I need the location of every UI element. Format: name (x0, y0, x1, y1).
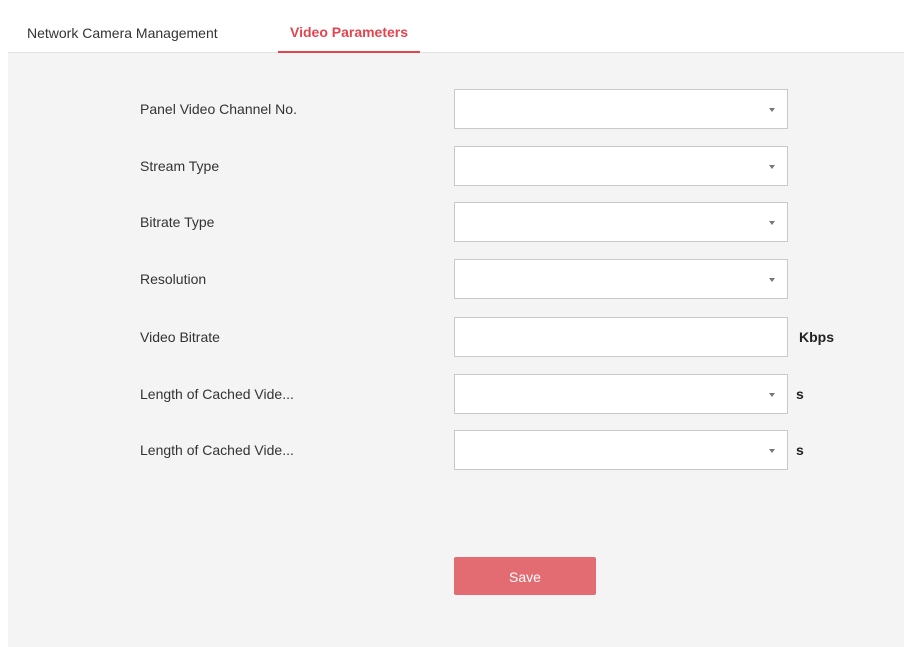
field-label: Bitrate Type (140, 214, 215, 230)
form-row-bitrate-type: Bitrate Type (8, 202, 904, 242)
caret-down-icon (769, 278, 775, 282)
tab-network-camera-management[interactable]: Network Camera Management (27, 8, 218, 52)
form-row-resolution: Resolution (8, 259, 904, 299)
tab-bar: Network Camera Management Video Paramete… (8, 8, 904, 53)
top-strip (0, 0, 904, 8)
save-button[interactable]: Save (454, 557, 596, 595)
bitrate-type-select[interactable] (454, 202, 788, 242)
form-row-video-bitrate: Video Bitrate Kbps (8, 317, 904, 357)
caret-down-icon (769, 221, 775, 225)
caret-down-icon (769, 108, 775, 112)
form-row-cached-video-1: Length of Cached Vide... s (8, 374, 904, 414)
field-label: Video Bitrate (140, 329, 220, 345)
video-parameters-form: Panel Video Channel No. Stream Type Bitr… (8, 53, 904, 647)
unit-label: Kbps (799, 329, 834, 345)
field-label: Length of Cached Vide... (140, 442, 294, 458)
form-row-cached-video-2: Length of Cached Vide... s (8, 430, 904, 470)
video-bitrate-input[interactable] (454, 317, 788, 357)
unit-label: s (796, 442, 804, 458)
form-row-panel-video-channel: Panel Video Channel No. (8, 89, 904, 129)
field-label: Stream Type (140, 158, 220, 174)
cached-video-length-select-1[interactable] (454, 374, 788, 414)
panel-video-channel-select[interactable] (454, 89, 788, 129)
caret-down-icon (769, 393, 775, 397)
caret-down-icon (769, 165, 775, 169)
caret-down-icon (769, 449, 775, 453)
tab-video-parameters[interactable]: Video Parameters (278, 8, 421, 53)
stream-type-select[interactable] (454, 146, 788, 186)
form-row-stream-type: Stream Type (8, 146, 904, 186)
field-label: Length of Cached Vide... (140, 386, 294, 402)
cached-video-length-select-2[interactable] (454, 430, 788, 470)
unit-label: s (796, 386, 804, 402)
field-label: Resolution (140, 271, 207, 287)
field-label: Panel Video Channel No. (140, 101, 297, 117)
resolution-select[interactable] (454, 259, 788, 299)
